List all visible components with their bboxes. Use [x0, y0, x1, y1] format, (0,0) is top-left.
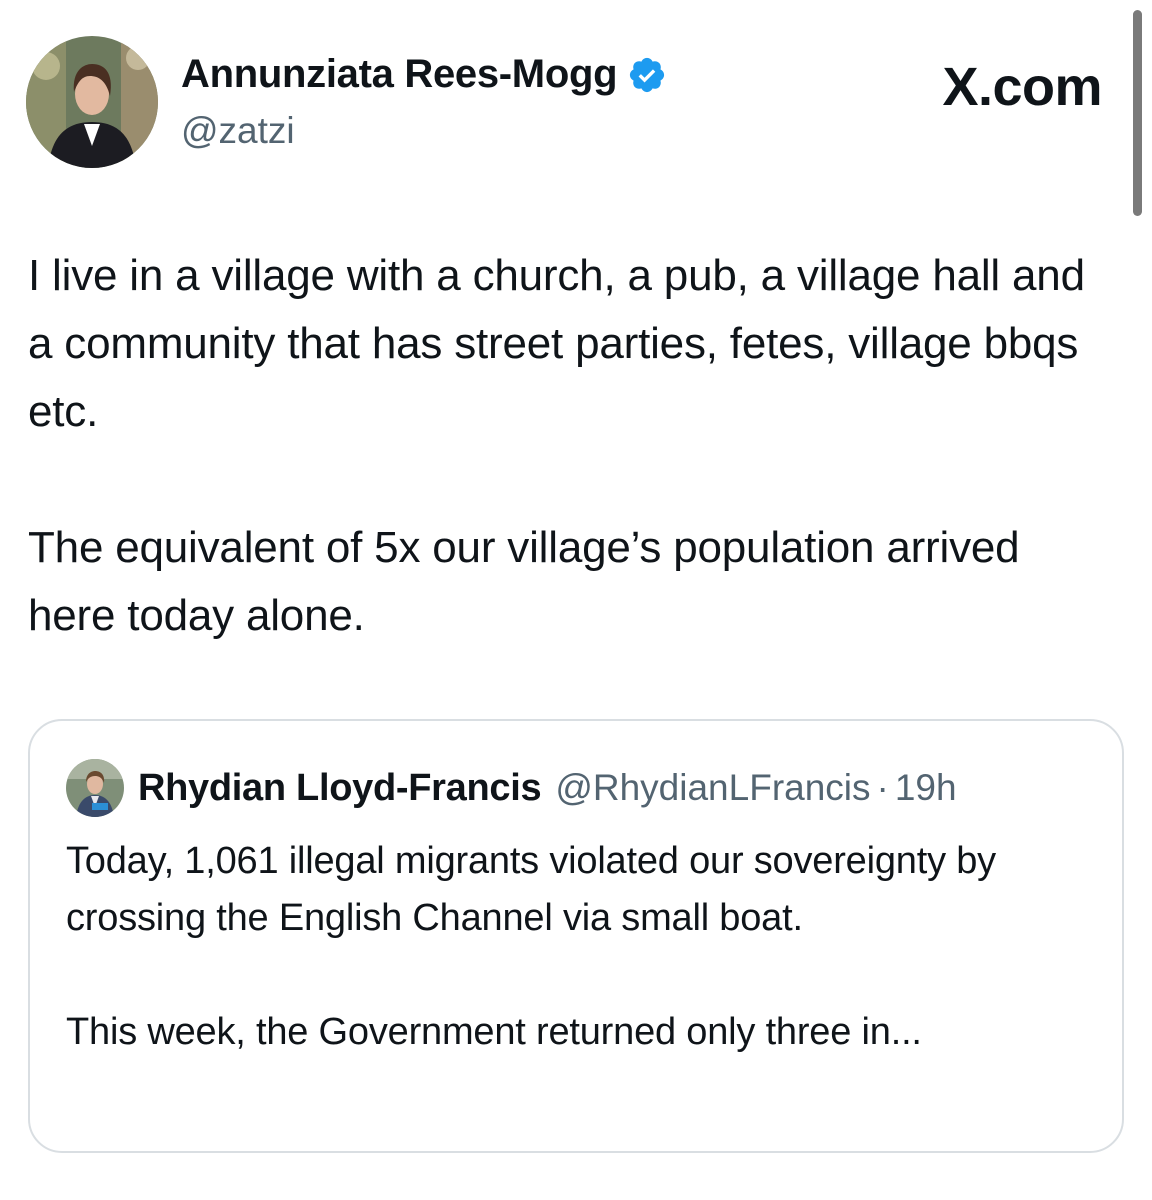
- tweet-text: I live in a village with a church, a pub…: [28, 242, 1108, 650]
- tweet-paragraph: The equivalent of 5x our village’s popul…: [28, 523, 1020, 640]
- author-avatar[interactable]: [26, 36, 158, 168]
- quoted-tweet-header: Rhydian Lloyd-Francis @RhydianLFrancis ·…: [66, 759, 957, 817]
- quoted-paragraph: This week, the Government returned only …: [66, 1011, 922, 1053]
- quoted-paragraph: Today, 1,061 illegal migrants violated o…: [66, 840, 996, 939]
- quoted-timestamp[interactable]: 19h: [895, 767, 957, 809]
- tweet-screenshot: Annunziata Rees-Mogg @zatzi X.com I live…: [0, 0, 1152, 1200]
- tweet-paragraph: I live in a village with a church, a pub…: [28, 251, 1085, 436]
- scrollbar[interactable]: [1133, 10, 1142, 216]
- quoted-tweet-card[interactable]: Rhydian Lloyd-Francis @RhydianLFrancis ·…: [28, 719, 1124, 1153]
- separator-dot: ·: [876, 767, 889, 808]
- quoted-author-handle[interactable]: @RhydianLFrancis: [555, 767, 870, 809]
- verified-badge-icon: [627, 55, 667, 95]
- author-name[interactable]: Annunziata Rees-Mogg: [181, 52, 618, 97]
- author-name-row[interactable]: Annunziata Rees-Mogg: [181, 52, 667, 97]
- x-logo-brand: X.com: [942, 57, 1102, 117]
- author-handle[interactable]: @zatzi: [181, 110, 295, 152]
- quoted-author-name[interactable]: Rhydian Lloyd-Francis: [138, 767, 542, 810]
- quoted-author-avatar[interactable]: [66, 759, 124, 817]
- quoted-tweet-text: Today, 1,061 illegal migrants violated o…: [66, 833, 1096, 1061]
